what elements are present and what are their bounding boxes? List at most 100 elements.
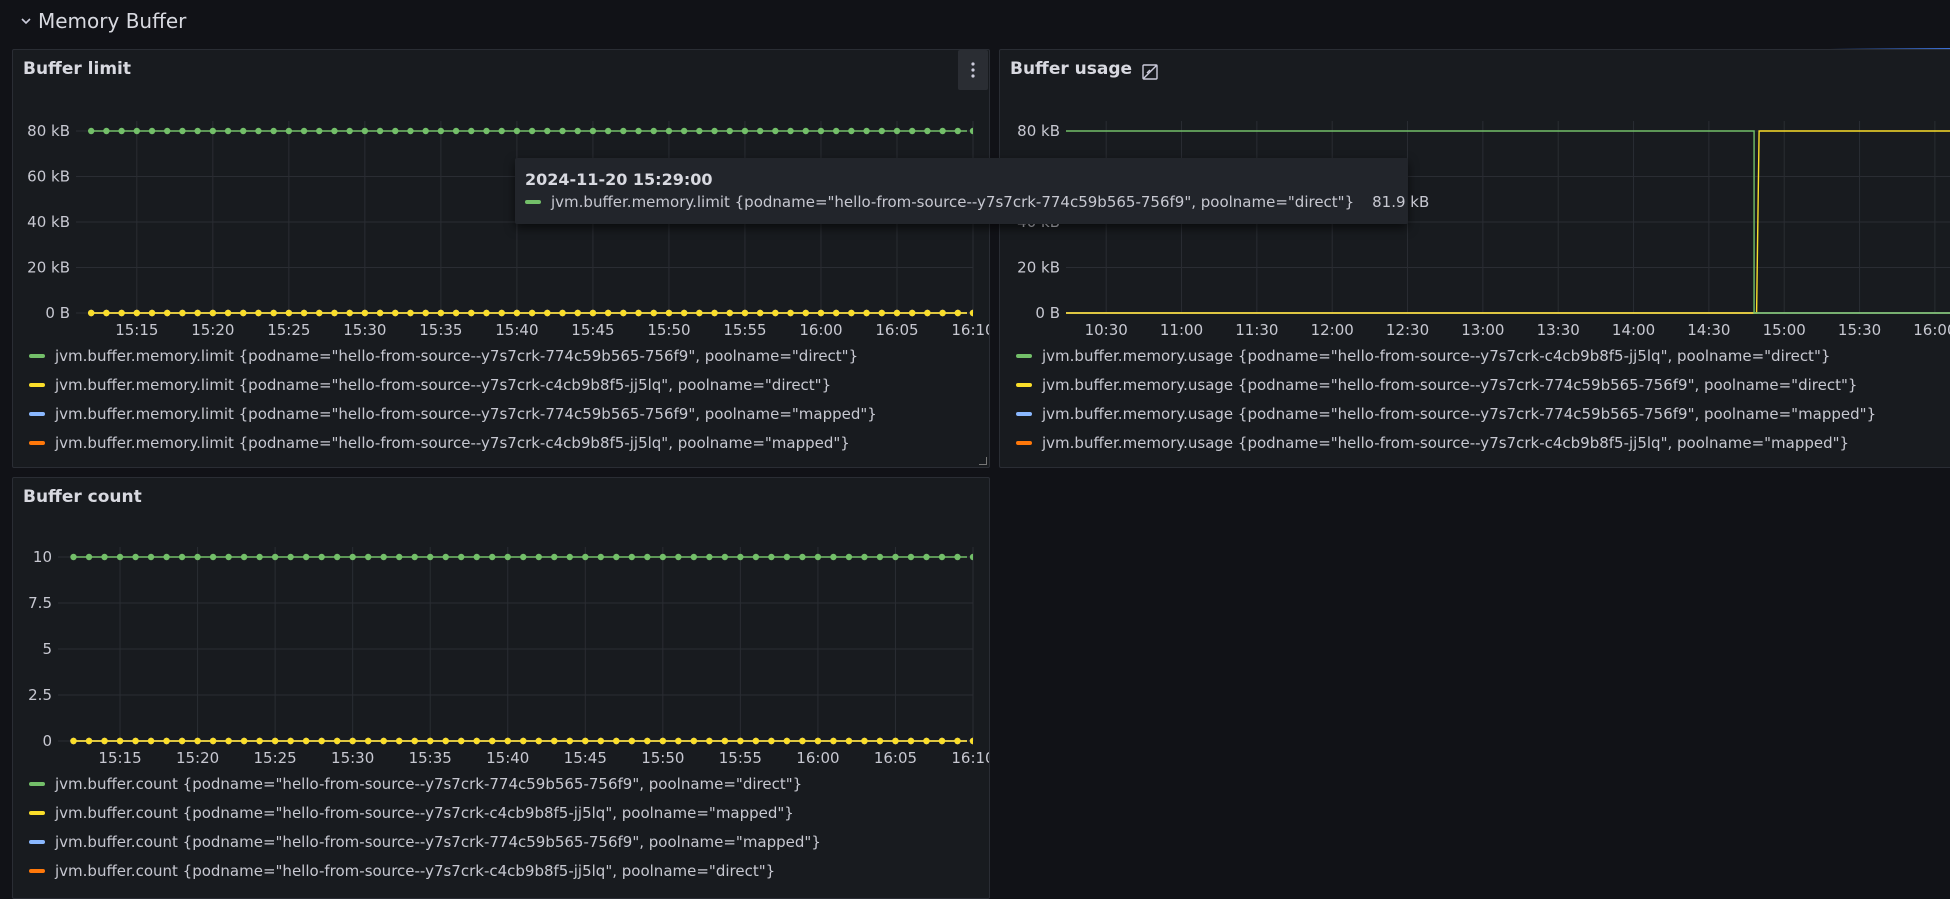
data-point [209, 553, 217, 561]
legend-label: jvm.buffer.count {podname="hello-from-so… [55, 803, 794, 822]
data-point [300, 309, 308, 317]
legend-label: jvm.buffer.count {podname="hello-from-so… [55, 774, 803, 793]
data-point [644, 553, 651, 561]
data-point [574, 309, 581, 317]
data-point [711, 127, 718, 135]
data-point [194, 737, 201, 745]
data-point [659, 737, 667, 745]
legend-swatch [29, 353, 45, 358]
legend-item[interactable]: jvm.buffer.count {podname="hello-from-so… [29, 769, 821, 798]
data-point [832, 127, 840, 135]
data-point [349, 737, 356, 745]
data-point [349, 553, 356, 561]
data-point [969, 127, 973, 135]
data-point [848, 127, 855, 135]
data-point [954, 737, 961, 745]
data-point [240, 127, 247, 135]
data-point [892, 553, 899, 561]
data-point [255, 309, 262, 317]
data-point [783, 737, 791, 745]
data-point [148, 127, 156, 135]
data-point [613, 737, 620, 745]
legend-swatch [29, 440, 45, 445]
data-point [726, 309, 733, 317]
legend-item[interactable]: jvm.buffer.memory.usage {podname="hello-… [1016, 399, 1876, 428]
y-tick-label: 10 [33, 548, 52, 566]
tooltip-time: 2024-11-20 15:29:00 [525, 170, 713, 189]
data-point [240, 737, 248, 745]
data-point [318, 553, 325, 561]
legend-item[interactable]: jvm.buffer.memory.limit {podname="hello-… [29, 370, 877, 399]
data-point [285, 309, 293, 317]
data-point [665, 309, 673, 317]
data-point [574, 127, 581, 135]
data-point [395, 553, 403, 561]
data-point [802, 127, 809, 135]
data-point [756, 127, 764, 135]
data-point [741, 309, 749, 317]
data-point [316, 127, 323, 135]
row-header-memory-buffer[interactable]: Memory Buffer [20, 6, 186, 36]
data-point [551, 553, 558, 561]
data-point [741, 127, 749, 135]
x-tick-label: 11:30 [1235, 321, 1278, 339]
chart-buffer-count[interactable]: 0 2.5 5 7.5 10 15:15 15:20 15:25 15:30 15:35 15:40… [13, 478, 989, 778]
data-point [224, 309, 232, 317]
tooltip-row: jvm.buffer.memory.limit {podname="hello-… [525, 193, 1429, 211]
legend-item[interactable]: jvm.buffer.count {podname="hello-from-so… [29, 856, 821, 885]
data-point [939, 309, 946, 317]
legend-item[interactable]: jvm.buffer.memory.usage {podname="hello-… [1016, 370, 1876, 399]
x-tick-label: 14:00 [1612, 321, 1655, 339]
resize-handle[interactable] [979, 457, 987, 465]
data-point [513, 309, 521, 317]
data-point [483, 309, 490, 317]
legend-label: jvm.buffer.memory.limit {podname="hello-… [55, 404, 877, 423]
x-tick-label: 15:40 [495, 321, 538, 339]
legend-item[interactable]: jvm.buffer.memory.usage {podname="hello-… [1016, 341, 1876, 370]
data-point [504, 737, 511, 745]
legend-item[interactable]: jvm.buffer.memory.usage {podname="hello-… [1016, 428, 1876, 457]
data-point [452, 309, 460, 317]
data-point [635, 127, 642, 135]
legend: jvm.buffer.memory.usage {podname="hello-… [1016, 341, 1876, 457]
data-point [498, 309, 505, 317]
legend-item[interactable]: jvm.buffer.memory.limit {podname="hello-… [29, 399, 877, 428]
data-point [706, 737, 713, 745]
data-point [830, 737, 837, 745]
data-point [528, 309, 536, 317]
x-tick-label: 15:50 [641, 749, 684, 767]
x-tick-label: 15:35 [419, 321, 462, 339]
data-point [178, 737, 186, 745]
data-point [346, 127, 353, 135]
legend-item[interactable]: jvm.buffer.memory.limit {podname="hello-… [29, 341, 877, 370]
legend-swatch [29, 810, 45, 815]
data-point [799, 553, 806, 561]
y-tick-label: 7.5 [28, 594, 52, 612]
data-point [876, 553, 884, 561]
data-point [706, 553, 713, 561]
legend-label: jvm.buffer.memory.limit {podname="hello-… [55, 346, 859, 365]
y-tick-label: 0 B [1035, 304, 1060, 322]
panel-buffer-count: Buffer count 0 2.5 5 7.5 10 15:15 15:20 15:25 15… [12, 477, 990, 899]
legend-item[interactable]: jvm.buffer.count {podname="hello-from-so… [29, 798, 821, 827]
legend-item[interactable]: jvm.buffer.count {podname="hello-from-so… [29, 827, 821, 856]
data-point [604, 127, 612, 135]
data-point [178, 553, 186, 561]
data-point [224, 127, 232, 135]
x-tick-label: 15:45 [571, 321, 614, 339]
legend-item[interactable]: jvm.buffer.memory.limit {podname="hello-… [29, 428, 877, 457]
y-tick-label: 0 B [45, 304, 70, 322]
x-tick-label: 12:30 [1386, 321, 1429, 339]
x-tick-label: 16:00 [799, 321, 842, 339]
data-point [969, 309, 973, 317]
data-point [544, 309, 551, 317]
data-point [787, 127, 794, 135]
data-point [721, 737, 729, 745]
data-point [489, 553, 496, 561]
data-point [551, 737, 558, 745]
data-point [878, 309, 885, 317]
x-tick-label: 15:50 [647, 321, 690, 339]
x-tick-label: 16:00 [796, 749, 839, 767]
data-point [331, 127, 338, 135]
data-point [194, 553, 201, 561]
